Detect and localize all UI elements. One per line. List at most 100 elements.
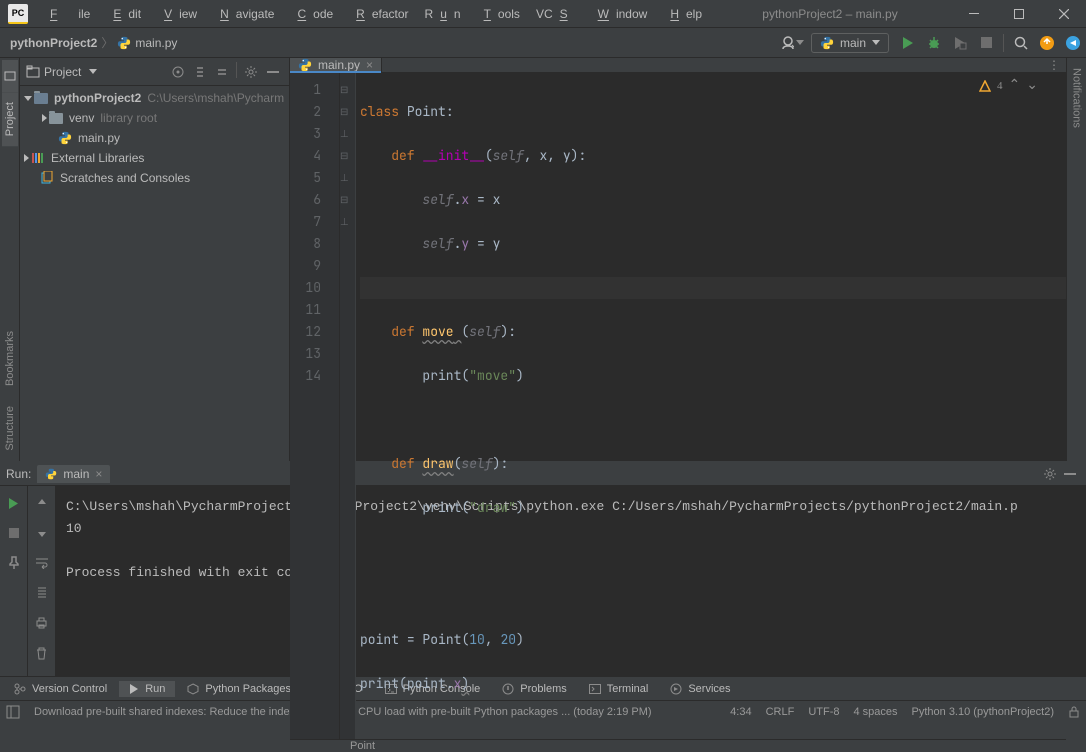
project-tree[interactable]: pythonProject2 C:\Users\mshah\Pycharm ve… xyxy=(20,86,289,190)
search-button[interactable] xyxy=(1009,31,1033,55)
run-output-exit: Process finished with exit code 0 xyxy=(66,565,323,580)
fold-gutter[interactable]: ⊟⊟⊥⊟⊥⊟⊥ xyxy=(340,73,356,739)
ide-features-button[interactable] xyxy=(1061,31,1085,55)
stop-button[interactable] xyxy=(974,31,998,55)
scratches-icon xyxy=(40,171,54,185)
close-button[interactable] xyxy=(1041,0,1086,28)
run-config-selector[interactable]: main xyxy=(811,33,889,53)
run-coverage-button[interactable] xyxy=(948,31,972,55)
tw-version-control[interactable]: Version Control xyxy=(4,681,117,697)
run-config-label: main xyxy=(840,36,866,50)
ide-update-button[interactable] xyxy=(1035,31,1059,55)
close-run-tab-button[interactable]: × xyxy=(95,467,102,481)
structure-stripe-label[interactable]: Structure xyxy=(2,396,18,461)
run-button[interactable] xyxy=(896,31,920,55)
tree-main-file[interactable]: main.py xyxy=(20,128,289,148)
editor-crumb[interactable]: Point xyxy=(350,740,375,752)
chevron-right-icon[interactable] xyxy=(24,154,29,162)
editor-breadcrumbs[interactable]: Point xyxy=(290,739,1066,752)
project-stripe-button[interactable] xyxy=(2,60,18,92)
project-panel-title: Project xyxy=(44,65,81,79)
chevron-down-icon[interactable] xyxy=(24,96,32,101)
menu-vcs[interactable]: VCS xyxy=(529,3,582,25)
tool-windows-button[interactable] xyxy=(6,705,20,719)
pin-button[interactable] xyxy=(3,552,25,574)
chevron-down-icon xyxy=(872,40,880,45)
tree-root[interactable]: pythonProject2 C:\Users\mshah\Pycharm xyxy=(20,88,289,108)
maximize-button[interactable] xyxy=(996,0,1041,28)
main-area: Project Bookmarks Structure Project xyxy=(0,58,1086,461)
tw-python-packages[interactable]: Python Packages xyxy=(177,681,301,697)
menu-navigate[interactable]: Navigate xyxy=(206,3,281,25)
code-content[interactable]: class Point: def __init__(self, x, y): s… xyxy=(356,73,1066,739)
python-file-icon xyxy=(58,131,72,145)
run-tab-label: main xyxy=(63,467,89,481)
menu-refactor[interactable]: Refactor xyxy=(342,3,415,25)
breadcrumb-file[interactable]: main.py xyxy=(135,36,177,50)
code-with-me-button[interactable] xyxy=(780,31,804,55)
vcs-icon xyxy=(14,683,26,695)
select-opened-file-button[interactable] xyxy=(168,62,188,82)
editor-tabs: main.py × ⋮ xyxy=(290,58,1066,73)
menu-run[interactable]: Run xyxy=(418,3,468,25)
tab-main-py[interactable]: main.py × xyxy=(290,58,382,72)
tabs-more-button[interactable]: ⋮ xyxy=(1042,58,1066,72)
menu-edit[interactable]: Edit xyxy=(99,3,148,25)
code-area[interactable]: 4 ⌃ ⌄ 1234567891011121314 ⊟⊟⊥⊟⊥⊟⊥ class … xyxy=(290,73,1066,739)
tree-scratches[interactable]: Scratches and Consoles xyxy=(20,168,289,188)
project-stripe-label[interactable]: Project xyxy=(2,92,18,146)
soft-wrap-button[interactable] xyxy=(31,552,53,574)
tw-run[interactable]: Run xyxy=(119,681,175,697)
lock-icon[interactable] xyxy=(1068,706,1080,718)
breadcrumb[interactable]: pythonProject2 〉 main.py xyxy=(0,34,177,51)
settings-button[interactable] xyxy=(241,62,261,82)
menu-tools[interactable]: Tools xyxy=(470,3,527,25)
scroll-end-button[interactable] xyxy=(31,582,53,604)
collapse-all-button[interactable] xyxy=(212,62,232,82)
run-tab[interactable]: main × xyxy=(37,465,110,483)
python-file-icon xyxy=(298,58,312,72)
tree-ext-lib[interactable]: External Libraries xyxy=(20,148,289,168)
menu-view[interactable]: View xyxy=(150,3,204,25)
tree-file-label: main.py xyxy=(78,131,120,145)
chevron-right-icon[interactable] xyxy=(42,114,47,122)
tree-root-label: pythonProject2 xyxy=(54,91,141,105)
menu-help[interactable]: Help xyxy=(656,3,709,25)
title-bar: PC File Edit View Navigate Code Refactor… xyxy=(0,0,1086,28)
chevron-down-icon[interactable] xyxy=(89,69,97,74)
trash-button[interactable] xyxy=(31,642,53,664)
main-menu: File Edit View Navigate Code Refactor Ru… xyxy=(36,3,709,25)
menu-file[interactable]: File xyxy=(36,3,97,25)
editor: main.py × ⋮ 4 ⌃ ⌄ 1234567891011121314 ⊟⊟… xyxy=(290,58,1066,461)
python-file-icon xyxy=(820,36,834,50)
close-tab-button[interactable]: × xyxy=(366,58,373,72)
run-output-value: 10 xyxy=(66,521,82,536)
up-stack-button[interactable] xyxy=(31,492,53,514)
tree-root-path: C:\Users\mshah\Pycharm xyxy=(147,91,284,105)
down-stack-button[interactable] xyxy=(31,522,53,544)
menu-code[interactable]: Code xyxy=(283,3,340,25)
hide-button[interactable] xyxy=(263,62,283,82)
left-gutter: Project Bookmarks Structure xyxy=(0,58,20,461)
run-toolbar-left xyxy=(0,486,28,676)
rerun-button[interactable] xyxy=(3,492,25,514)
print-button[interactable] xyxy=(31,612,53,634)
run-toolbar-2 xyxy=(28,486,56,676)
tree-venv-hint: library root xyxy=(100,111,157,125)
minimize-button[interactable] xyxy=(951,0,996,28)
folder-icon xyxy=(49,113,63,124)
line-number-gutter[interactable]: 1234567891011121314 xyxy=(290,73,340,739)
bookmarks-stripe-label[interactable]: Bookmarks xyxy=(2,321,18,396)
stop-run-button[interactable] xyxy=(3,522,25,544)
tree-ext-lib-label: External Libraries xyxy=(51,151,144,165)
breadcrumb-project[interactable]: pythonProject2 xyxy=(10,36,97,50)
expand-all-button[interactable] xyxy=(190,62,210,82)
menu-window[interactable]: Window xyxy=(584,3,655,25)
notifications-stripe-label[interactable]: Notifications xyxy=(1069,58,1085,138)
tree-venv[interactable]: venv library root xyxy=(20,108,289,128)
tree-venv-label: venv xyxy=(69,111,94,125)
python-file-icon xyxy=(117,36,131,50)
run-panel-title: Run: xyxy=(6,467,31,481)
debug-button[interactable] xyxy=(922,31,946,55)
python-file-icon xyxy=(45,468,57,480)
